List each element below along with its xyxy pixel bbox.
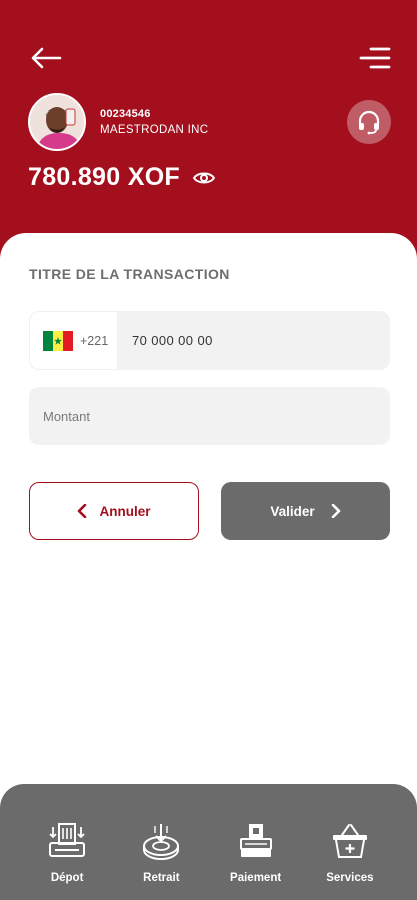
nav-item-paiement[interactable]: Paiement (216, 784, 296, 900)
country-code-select[interactable]: +221 (29, 311, 118, 370)
nav-item-retrait[interactable]: Retrait (121, 784, 201, 900)
chevron-left-icon (78, 504, 87, 518)
eye-icon[interactable] (192, 170, 216, 186)
bottom-nav: Dépot Retrait Paiement Services (0, 784, 417, 900)
phone-input[interactable]: 70 000 00 00 (118, 311, 390, 370)
nav-label-services: Services (326, 872, 374, 884)
menu-icon (359, 47, 391, 69)
back-button[interactable] (26, 40, 66, 76)
senegal-flag-icon (43, 330, 73, 351)
basket-icon (329, 820, 371, 862)
payment-icon (235, 820, 277, 862)
cancel-button[interactable]: Annuler (29, 482, 199, 540)
phone-field: +221 70 000 00 00 (29, 311, 390, 370)
section-title: TITRE DE LA TRANSACTION (29, 266, 230, 282)
headset-icon (358, 110, 380, 135)
user-photo-icon (30, 95, 84, 149)
avatar[interactable] (28, 93, 86, 151)
amount-input[interactable]: Montant (29, 387, 390, 445)
withdraw-icon (140, 820, 182, 862)
nav-item-depot[interactable]: Dépot (27, 784, 107, 900)
dial-code: +221 (80, 333, 109, 348)
deposit-icon (46, 820, 88, 862)
account-name: MAESTRODAN INC (100, 124, 209, 136)
validate-label: Valider (270, 503, 315, 519)
support-button[interactable] (347, 100, 391, 144)
arrow-left-icon (31, 47, 62, 69)
validate-button[interactable]: Valider (221, 482, 390, 540)
account-number: 00234546 (100, 108, 151, 120)
chevron-right-icon (331, 504, 340, 518)
cancel-label: Annuler (99, 503, 151, 519)
header: 00234546 MAESTRODAN INC 780.890 XOF (0, 0, 417, 262)
balance-amount: 780.890 XOF (28, 163, 181, 191)
balance: 780.890 XOF (28, 163, 216, 192)
nav-item-services[interactable]: Services (310, 784, 390, 900)
nav-label-depot: Dépot (50, 872, 84, 884)
nav-label-paiement: Paiement (230, 872, 282, 884)
nav-label-retrait: Retrait (143, 872, 180, 884)
menu-button[interactable] (355, 40, 395, 76)
